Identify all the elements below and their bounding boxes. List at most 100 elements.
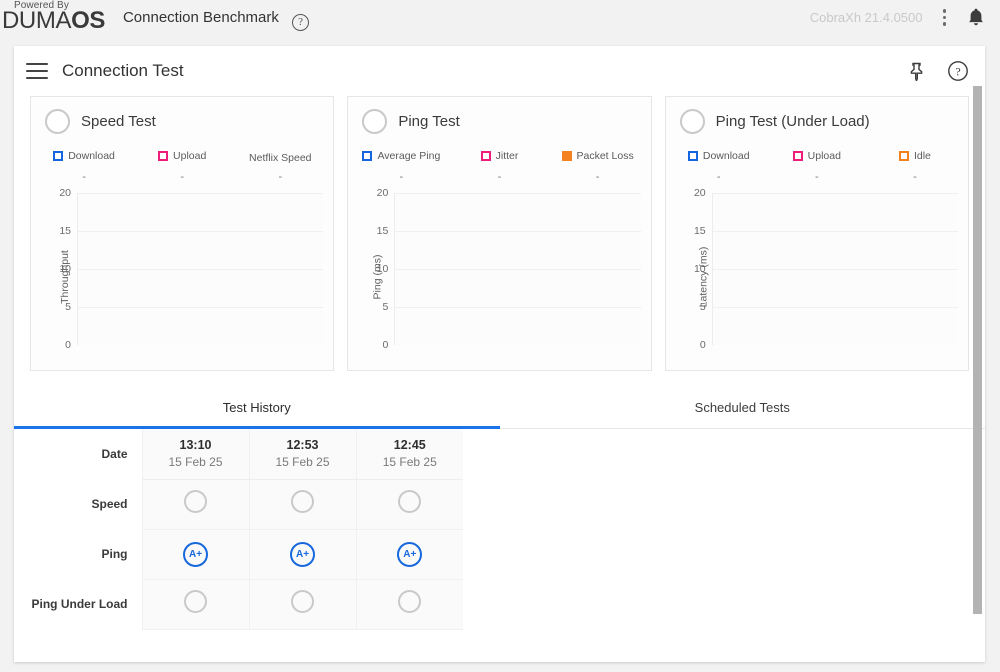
row-label: Date: [14, 429, 142, 479]
gridline: 15: [59, 225, 324, 237]
table-cell-ping-under-load[interactable]: [141, 579, 249, 630]
card-speed-test[interactable]: Speed Test Download - Upload - Netflix S…: [30, 96, 335, 371]
bell-icon[interactable]: [966, 6, 986, 28]
test-time: 13:10: [179, 438, 212, 453]
gridline: 5: [382, 301, 641, 313]
dumaos-wordmark-bold: OS: [71, 7, 105, 34]
status-ring-icon: [184, 490, 207, 513]
test-date: 15 Feb 25: [168, 455, 223, 470]
gridline: 0: [382, 339, 640, 351]
panel-header: Connection Test ?: [14, 46, 985, 96]
table-spacer: [463, 479, 985, 530]
hamburger-line: [26, 63, 48, 65]
y-tick-label: 5: [65, 301, 71, 313]
y-tick-label: 20: [59, 187, 71, 199]
y-axis-label: Throughput: [58, 250, 71, 304]
status-ring-icon: [398, 490, 422, 513]
table-row: Date 13:10 15 Feb 25 12:53 15 Feb 25 12:…: [14, 429, 985, 480]
y-tick-label: 15: [693, 225, 706, 237]
status-ring-icon: [398, 590, 422, 613]
help-circle-icon[interactable]: ?: [947, 60, 969, 82]
dumaos-wordmark: DUMAOS: [2, 9, 105, 33]
legend-label: Average Ping: [377, 150, 441, 162]
top-brand-bar: Powered By DUMAOS Connection Benchmark ?…: [0, 0, 1000, 40]
y-axis-label: Latency (ms): [697, 246, 709, 308]
dumaos-logo: Powered By DUMAOS: [0, 0, 105, 33]
gridline: 20: [59, 187, 324, 199]
table-cell-date[interactable]: 13:10 15 Feb 25: [141, 429, 249, 480]
legend-swatch-icon: [687, 151, 698, 161]
table-cell-speed[interactable]: [355, 479, 463, 530]
legend-item[interactable]: Jitter -: [450, 148, 548, 183]
card-header: Speed Test: [31, 97, 333, 134]
legend-item[interactable]: Upload -: [133, 148, 231, 183]
table-row: Speed: [14, 479, 985, 530]
legend-entry: Download: [53, 150, 115, 162]
legend-entry: Download: [687, 150, 750, 162]
gridline: 15: [694, 225, 958, 237]
gridline: 5: [700, 301, 958, 313]
dumaos-wordmark-thin: DUMA: [2, 7, 72, 34]
legend-item[interactable]: Idle -: [866, 148, 964, 183]
y-tick-label: 10: [376, 263, 389, 275]
y-tick-label: 5: [699, 301, 706, 313]
legend-item[interactable]: Average Ping -: [352, 148, 450, 183]
table-cell-ping-under-load[interactable]: [248, 579, 356, 630]
pin-icon[interactable]: [908, 62, 925, 81]
gridline: 0: [65, 339, 323, 351]
legend-label: Packet Loss: [576, 150, 634, 162]
legend-entry: Upload: [158, 150, 206, 162]
gridline: 20: [694, 187, 958, 199]
card-header: Ping Test: [348, 97, 650, 134]
chart-plot-area: Throughput 20 15 10 5 0: [31, 187, 333, 367]
tab-scheduled-tests[interactable]: Scheduled Tests: [500, 386, 986, 428]
status-ring-icon: [291, 590, 314, 613]
y-tick-label: 20: [376, 187, 389, 199]
legend-value: -: [399, 171, 404, 183]
legend-value: -: [82, 171, 86, 183]
legend-label: Idle: [913, 150, 931, 162]
table-cell-ping[interactable]: A+: [141, 529, 249, 580]
legend-swatch-icon: [480, 151, 491, 161]
card-title: Ping Test: [398, 113, 460, 130]
legend-value: -: [716, 171, 721, 183]
legend-entry: Netflix Speed: [249, 152, 311, 164]
legend-item[interactable]: Packet Loss -: [549, 148, 647, 183]
tab-test-history[interactable]: Test History: [14, 386, 500, 429]
help-circle-icon[interactable]: ?: [292, 13, 310, 31]
table-cell-speed[interactable]: [248, 479, 356, 530]
firmware-version: CobraXh 21.4.0500: [809, 9, 923, 25]
card-title: Ping Test (Under Load): [715, 113, 870, 130]
table-cell-date[interactable]: 12:53 15 Feb 25: [248, 429, 356, 480]
tab-label: Scheduled Tests: [694, 399, 790, 415]
scrollbar-thumb[interactable]: [973, 86, 982, 614]
gridline: 0: [700, 339, 958, 351]
table-cell-speed[interactable]: [141, 479, 249, 530]
table-cell-ping[interactable]: A+: [248, 529, 356, 580]
card-ping-test[interactable]: Ping Test Average Ping - Jitter - Packet…: [347, 96, 652, 371]
app-title: Connection Benchmark ?: [123, 9, 310, 31]
status-ring-icon: [184, 590, 207, 613]
card-ping-test-under-load[interactable]: Ping Test (Under Load) Download - Upload…: [664, 96, 969, 371]
legend-value: -: [595, 171, 600, 183]
legend-entry: Average Ping: [362, 150, 440, 162]
hamburger-icon[interactable]: [26, 63, 48, 79]
gridline: 10: [377, 263, 641, 275]
table-row: Ping A+ A+ A+: [14, 529, 985, 580]
panel-header-actions: ?: [908, 60, 969, 82]
legend-entry: Jitter: [480, 150, 518, 162]
legend-item[interactable]: Netflix Speed -: [231, 148, 329, 183]
vertical-scrollbar[interactable]: [973, 86, 982, 662]
table-cell-ping[interactable]: A+: [355, 529, 463, 580]
table-cell-ping-under-load[interactable]: [355, 579, 463, 630]
tab-label: Test History: [222, 399, 291, 415]
legend-swatch-icon: [561, 151, 572, 161]
kebab-menu-icon[interactable]: [937, 6, 953, 29]
table-cell-date[interactable]: 12:45 15 Feb 25: [355, 429, 463, 480]
legend-item[interactable]: Upload -: [768, 148, 866, 183]
legend-item[interactable]: Download -: [670, 148, 768, 183]
test-date: 15 Feb 25: [275, 455, 330, 470]
test-history-table: Date 13:10 15 Feb 25 12:53 15 Feb 25 12:…: [14, 429, 985, 630]
legend-item[interactable]: Download -: [35, 148, 133, 183]
legend-swatch-icon: [792, 151, 803, 161]
